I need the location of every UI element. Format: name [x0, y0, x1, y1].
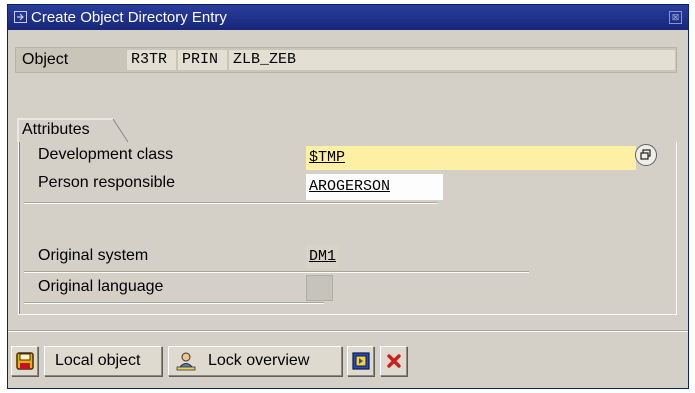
- development-class-label: Development class: [38, 146, 174, 163]
- original-system-row: Original system DM1: [24, 243, 674, 269]
- development-class-input[interactable]: $TMP: [306, 146, 636, 170]
- original-language-row: Original language: [24, 274, 674, 301]
- cancel-icon: [387, 354, 401, 368]
- value-help-icon: [640, 149, 651, 160]
- row-divider: [24, 271, 529, 273]
- person-lock-icon: [176, 352, 196, 371]
- person-responsible-row: Person responsible AROGERSON: [24, 170, 674, 200]
- person-responsible-input[interactable]: AROGERSON: [306, 174, 443, 200]
- close-icon[interactable]: ⊠: [669, 11, 682, 24]
- footer-separator: [8, 330, 688, 332]
- development-class-row: Development class $TMP: [24, 142, 674, 170]
- object-row: Object R3TR PRIN ZLB_ZEB: [15, 47, 677, 73]
- attributes-group: Attributes Development class $TMP Person…: [17, 118, 677, 316]
- original-system-field: DM1: [306, 245, 340, 269]
- display-object-icon: [352, 352, 370, 370]
- row-divider: [24, 202, 437, 204]
- original-system-label: Original system: [38, 247, 149, 264]
- save-button[interactable]: [11, 346, 38, 376]
- lock-overview-label: Lock overview: [208, 352, 310, 369]
- dialog-icon: [14, 11, 27, 23]
- local-object-button[interactable]: Local object: [44, 346, 162, 376]
- attributes-group-title: Attributes: [22, 121, 90, 138]
- cancel-button[interactable]: [380, 346, 407, 376]
- original-language-field: [306, 275, 333, 301]
- local-object-label: Local object: [55, 352, 141, 369]
- dialog-title: Create Object Directory Entry: [31, 9, 227, 26]
- display-object-button[interactable]: [347, 346, 374, 376]
- dialog-toolbar: Local object Lock overview: [8, 346, 688, 376]
- object-label: Object: [22, 51, 69, 68]
- value-help-button[interactable]: [635, 144, 657, 166]
- save-icon: [16, 352, 34, 370]
- object-name-field: ZLB_ZEB: [229, 50, 675, 70]
- dialog-window: Create Object Directory Entry ⊠ Object R…: [7, 4, 689, 389]
- person-responsible-label: Person responsible: [38, 174, 175, 191]
- row-divider: [24, 302, 324, 304]
- object-pgmid-field: R3TR: [127, 50, 176, 70]
- lock-overview-button[interactable]: Lock overview: [168, 346, 342, 376]
- object-type-field: PRIN: [178, 50, 227, 70]
- title-bar[interactable]: Create Object Directory Entry ⊠: [8, 5, 688, 30]
- original-language-label: Original language: [38, 278, 164, 295]
